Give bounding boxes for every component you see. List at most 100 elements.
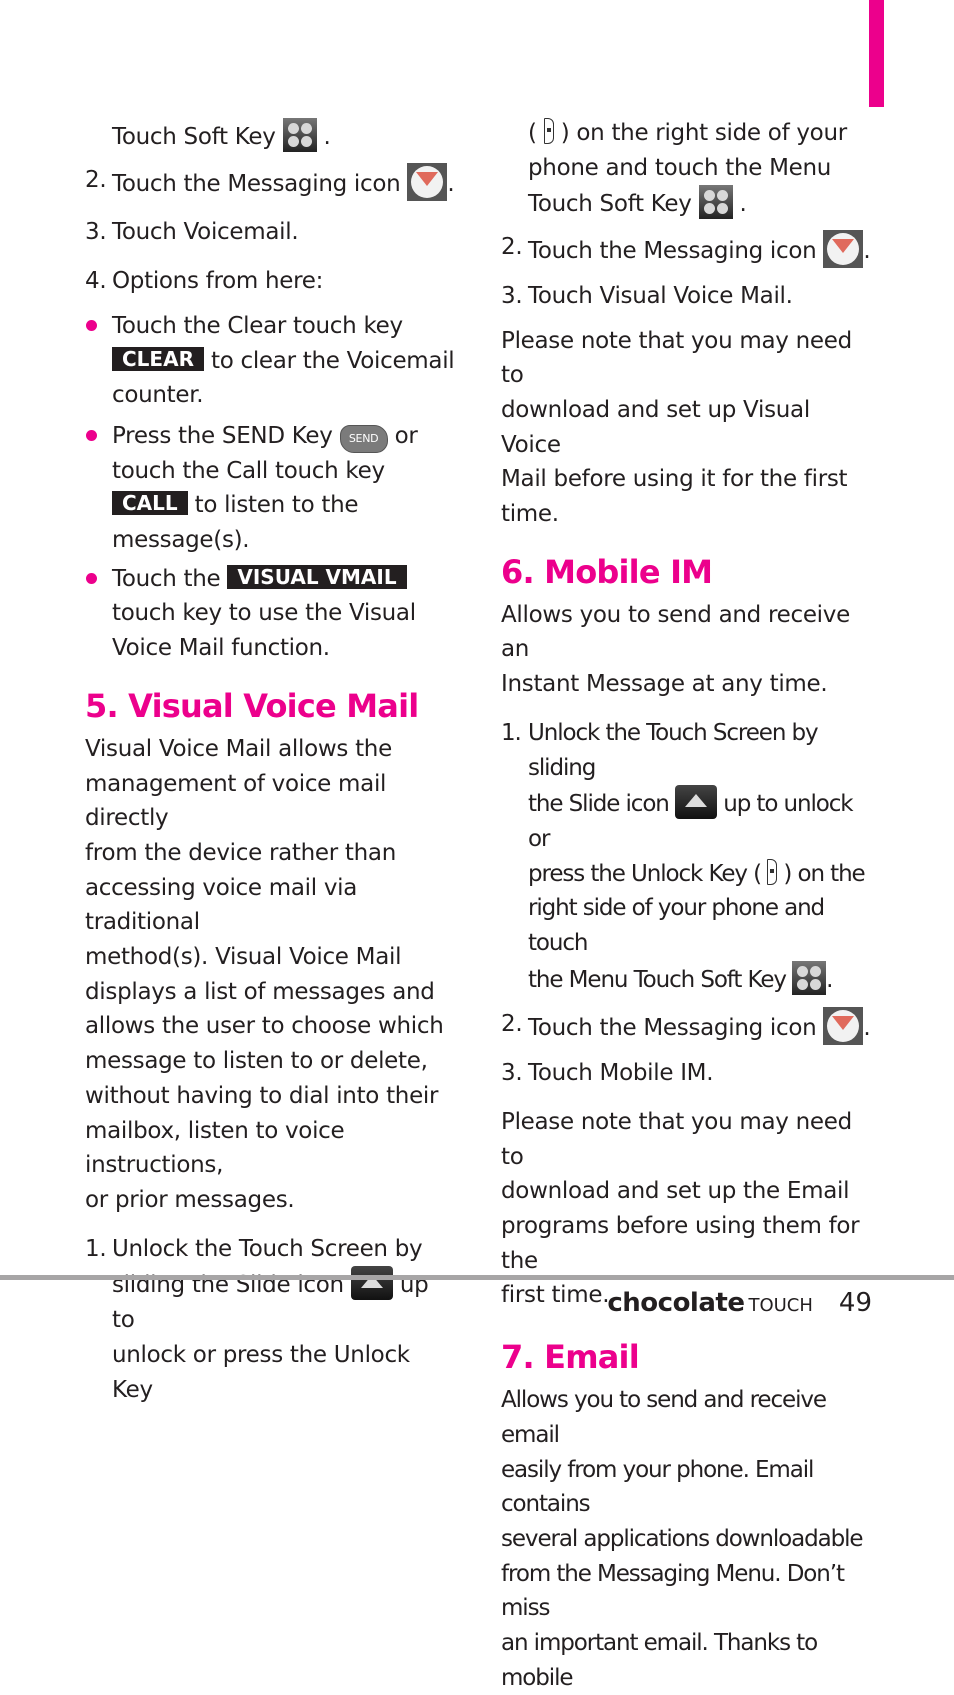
- text-line: Visual Voice Mail allows the: [85, 735, 392, 762]
- step-number: 2.: [501, 234, 523, 261]
- bullet-text: to listen to the: [194, 492, 359, 519]
- email-body: Allows you to send and receive email easi…: [501, 1383, 871, 1695]
- step-number: 2.: [85, 166, 107, 193]
- brand-suffix: TOUCH: [748, 1295, 813, 1316]
- section-heading-mobile-im: 6. Mobile IM: [501, 552, 713, 591]
- bullet-visual-vmail: Touch the VISUAL VMAIL touch key to use …: [85, 562, 455, 666]
- bullet-text: Touch the Clear touch key: [112, 312, 403, 339]
- bullet-text: counter.: [112, 382, 204, 409]
- step-number: 3.: [501, 1060, 523, 1087]
- text-line: Allows you to send and receive email: [501, 1387, 827, 1448]
- menu-soft-key-icon: [792, 960, 827, 995]
- bullet-send: Press the SEND Key SEND or touch the Cal…: [85, 419, 455, 558]
- text-line: Instant Message at any time.: [501, 671, 828, 698]
- step-text: Touch: [528, 1060, 600, 1087]
- footer-rule: [0, 1275, 954, 1280]
- punctuation: .: [291, 219, 299, 246]
- bullet-text: touch key to use the Visual: [112, 600, 416, 627]
- clear-key: CLEAR: [112, 346, 204, 371]
- im-step-3: 3. Touch Mobile IM.: [501, 1056, 871, 1091]
- unlock-key-icon: [543, 118, 554, 144]
- bullet-text: Voice Mail function.: [112, 635, 330, 662]
- text-line: download and set up Visual Voice: [501, 396, 810, 458]
- section-5-body: Visual Voice Mail allows the management o…: [85, 732, 455, 1218]
- bullet-dot: [86, 319, 97, 331]
- step-text: Touch the Messaging icon: [112, 170, 401, 197]
- bullet-text: Touch the: [112, 565, 221, 592]
- menu-item-voicemail: Voicemail: [183, 219, 292, 246]
- bullet-text: message(s).: [112, 527, 250, 554]
- bullet-clear: Touch the Clear touch key CLEAR to clear…: [85, 309, 455, 413]
- text-line: Please note that you may need to: [501, 1108, 852, 1170]
- vvm-note: Please note that you may need to download…: [501, 324, 871, 532]
- text-line: displays a list of messages and: [85, 978, 435, 1005]
- menu-soft-key-icon: [282, 118, 317, 152]
- call-key: CALL: [112, 491, 188, 516]
- step-text: Options from here:: [112, 268, 324, 295]
- slide-icon: [675, 785, 718, 820]
- step-text: on the right side of your: [576, 120, 847, 146]
- page-footer: chocolate TOUCH 49: [607, 1288, 872, 1318]
- step-text: Unlock the Touch Screen by: [112, 1235, 423, 1262]
- text-line: programs before using them for the: [501, 1212, 860, 1274]
- text-line: Mail before using it for the first time.: [501, 466, 848, 528]
- menu-item-visual-voice-mail: Visual Voice Mail: [599, 282, 786, 309]
- step-text: Touch: [528, 282, 600, 309]
- step-text: Touch: [112, 219, 184, 246]
- messaging-icon: [823, 1007, 864, 1046]
- step-2: 2. Touch the Messaging icon .: [85, 162, 455, 202]
- brand-logo: chocolate: [607, 1288, 745, 1318]
- text-line: from the Messaging Menu. Don’t miss: [501, 1560, 845, 1622]
- text-line: several applications downloadable: [501, 1525, 864, 1552]
- step-text: Touch Soft Key: [528, 191, 692, 218]
- step-text: right side of your phone and touch: [528, 895, 825, 957]
- step-3: 3. Touch Voicemail.: [85, 215, 455, 250]
- vvm-step-1: 1. Unlock the Touch Screen by sliding th…: [85, 1232, 455, 1408]
- text-line: method(s). Visual Voice Mail: [85, 944, 402, 971]
- im-note: Please note that you may need to download…: [501, 1105, 871, 1313]
- mobile-im-intro: Allows you to send and receive an Instant…: [501, 598, 871, 702]
- chapter-tab-marker: [869, 0, 884, 107]
- step-number: 1.: [85, 1235, 107, 1262]
- step-text: press the Unlock Key (: [528, 860, 762, 887]
- text-line: easily from your phone. Email contains: [501, 1456, 814, 1518]
- bullet-dot: [86, 429, 97, 441]
- step-number: 4.: [85, 268, 107, 295]
- vvm-step-1-continuation: ( ) on the right side of your phone and …: [501, 116, 871, 222]
- text-line: an important email. Thanks to mobile: [501, 1630, 818, 1691]
- im-step-2: 2. Touch the Messaging icon .: [501, 1007, 871, 1046]
- bullet-dot: [86, 572, 97, 584]
- text-line: mailbox, listen to voice instructions,: [85, 1117, 345, 1179]
- bullet-text: to clear the Voicemail: [210, 347, 455, 374]
- text-line: Please note that you may need to: [501, 327, 852, 389]
- text-line: Allows you to send and receive an: [501, 601, 850, 663]
- step-text: Touch the Messaging icon: [528, 1015, 817, 1042]
- text-line: management of voice mail directly: [85, 770, 387, 832]
- step-1-continuation: Touch Soft Key .: [85, 118, 455, 155]
- step-number: 3.: [501, 282, 523, 309]
- bullet-text: touch the Call touch key: [112, 457, 385, 484]
- step-text: Touch the Messaging icon: [528, 238, 817, 265]
- step-text: ) on the: [783, 860, 865, 887]
- step-number: 1.: [501, 719, 522, 746]
- step-4: 4. Options from here:: [85, 264, 455, 299]
- send-key-icon: SEND: [339, 424, 388, 453]
- step-text: Touch Soft Key: [112, 124, 276, 150]
- punctuation: .: [706, 1060, 714, 1087]
- bullet-text: Press the SEND Key: [112, 422, 333, 449]
- section-heading-email: 7. Email: [501, 1338, 640, 1377]
- bullet-text: or: [394, 422, 418, 449]
- step-text: the Menu Touch Soft Key: [528, 966, 787, 993]
- messaging-icon: [407, 162, 448, 201]
- vvm-step-2: 2. Touch the Messaging icon .: [501, 230, 871, 269]
- step-number: 3.: [85, 219, 107, 246]
- text-line: download and set up the Email: [501, 1178, 850, 1205]
- step-text: Unlock the Touch Screen by sliding: [528, 719, 819, 781]
- step-text: phone and touch the Menu: [528, 154, 832, 181]
- slide-icon: [350, 1266, 393, 1301]
- text-line: or prior messages.: [85, 1186, 295, 1213]
- step-number: 2.: [501, 1011, 523, 1038]
- menu-item-mobile-im: Mobile IM: [599, 1060, 707, 1087]
- vvm-step-3: 3. Touch Visual Voice Mail.: [501, 279, 871, 314]
- unlock-key-icon: [767, 858, 778, 885]
